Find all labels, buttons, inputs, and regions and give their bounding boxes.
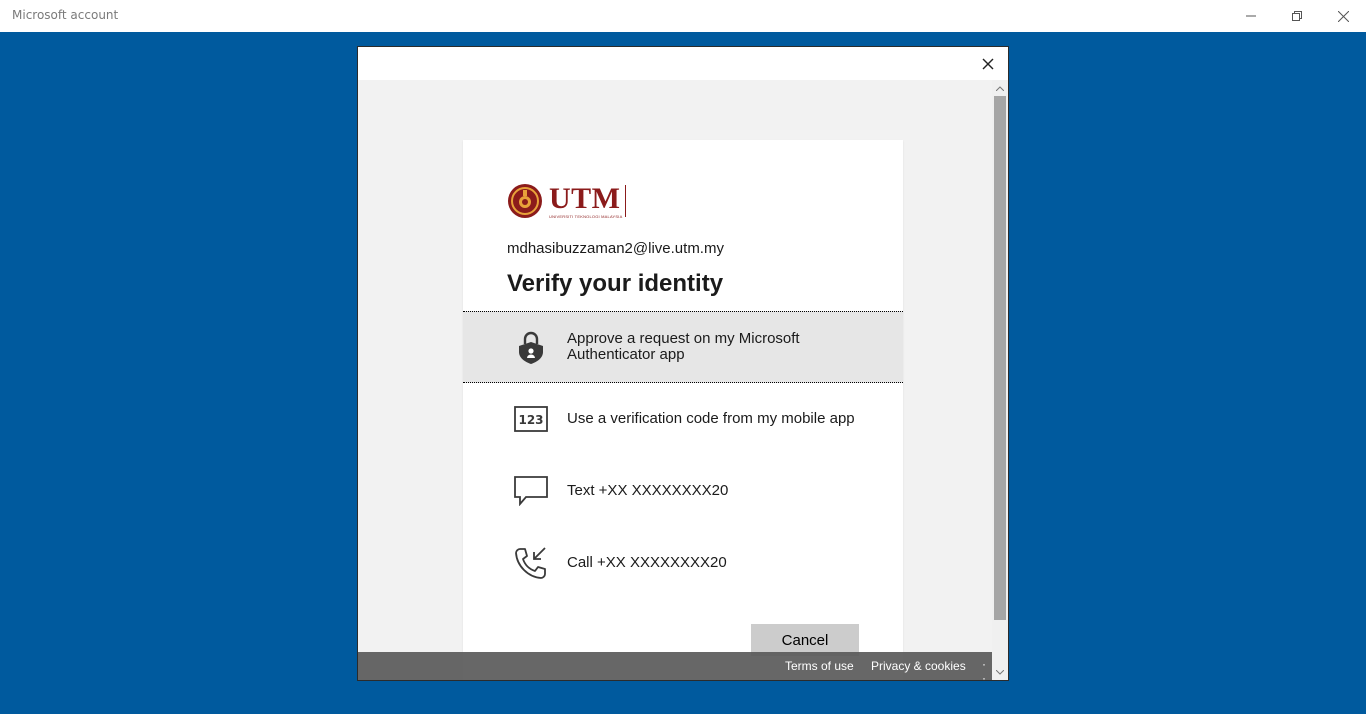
option-label: Use a verification code from my mobile a… <box>567 410 855 427</box>
dialog-header <box>358 47 1008 80</box>
account-email: mdhasibuzzaman2@live.utm.my <box>507 240 724 257</box>
option-label: Text +XX XXXXXXXX20 <box>567 482 729 499</box>
minimize-icon <box>1246 15 1256 17</box>
scroll-down-button[interactable] <box>992 664 1008 680</box>
window-title: Microsoft account <box>12 8 119 22</box>
close-icon <box>1337 10 1349 22</box>
option-authenticator-approve[interactable]: Approve a request on my Microsoft Authen… <box>463 311 903 383</box>
dialog-close-button[interactable] <box>980 56 996 72</box>
window-title-bar: Microsoft account <box>0 0 1366 32</box>
utm-crest-icon <box>508 184 542 218</box>
page-title: Verify your identity <box>507 270 724 297</box>
scroll-up-button[interactable] <box>992 80 1008 96</box>
option-label: Approve a request on my Microsoft Authen… <box>567 330 800 363</box>
option-phone-call[interactable]: Call +XX XXXXXXXX20 <box>463 527 903 599</box>
minimize-button[interactable] <box>1228 0 1274 32</box>
verify-card: UTM UNIVERSITI TEKNOLOGI MALAYSIA mdhasi… <box>463 140 903 680</box>
terms-of-use-link[interactable]: Terms of use <box>785 659 854 673</box>
restore-button[interactable] <box>1274 0 1320 32</box>
phone-call-icon <box>511 543 551 583</box>
option-text-message[interactable]: Text +XX XXXXXXXX20 <box>463 455 903 527</box>
code-123-icon: 123 <box>511 399 551 439</box>
option-verification-code[interactable]: 123 Use a verification code from my mobi… <box>463 383 903 455</box>
privacy-cookies-link[interactable]: Privacy & cookies <box>871 659 966 673</box>
scroll-thumb[interactable] <box>994 96 1006 620</box>
chevron-down-icon <box>996 669 1004 675</box>
svg-text:123: 123 <box>518 413 543 427</box>
close-icon <box>982 58 994 70</box>
authenticator-lock-icon <box>511 327 551 367</box>
more-options-button[interactable]: · · <box>982 657 992 680</box>
option-label: Call +XX XXXXXXXX20 <box>567 554 727 571</box>
sign-in-dialog: UTM UNIVERSITI TEKNOLOGI MALAYSIA mdhasi… <box>358 47 1008 680</box>
close-window-button[interactable] <box>1320 0 1366 32</box>
chevron-up-icon <box>996 85 1004 91</box>
restore-icon <box>1292 11 1302 21</box>
utm-logo: UTM UNIVERSITI TEKNOLOGI MALAYSIA <box>507 181 627 219</box>
footer-bar: Terms of use Privacy & cookies · · <box>358 652 992 680</box>
logo-text: UTM <box>549 181 621 215</box>
scrollbar[interactable] <box>992 80 1008 680</box>
logo-divider <box>625 185 627 217</box>
message-icon <box>511 471 551 511</box>
logo-subtext: UNIVERSITI TEKNOLOGI MALAYSIA <box>549 213 623 219</box>
